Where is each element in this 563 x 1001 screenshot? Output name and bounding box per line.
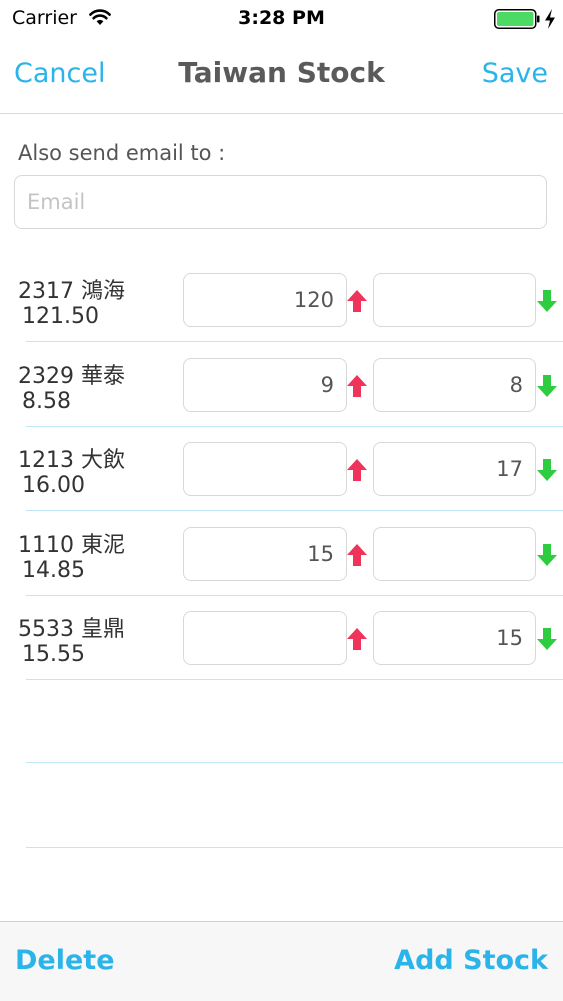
stock-row[interactable]: 1110 東泥 14.85 [0, 527, 563, 612]
stock-row[interactable]: 2317 鴻海 121.50 [0, 273, 563, 358]
high-price-field[interactable] [183, 527, 347, 581]
bottom-toolbar: Delete Add Stock [0, 921, 563, 1001]
status-time: 3:28 PM [238, 7, 325, 29]
status-bar: Carrier 3:28 PM [0, 0, 563, 38]
stock-price: 8.58 [22, 389, 71, 414]
high-price-field[interactable] [183, 442, 347, 496]
email-field[interactable] [14, 175, 547, 229]
stock-price: 121.50 [22, 304, 99, 329]
high-price-field[interactable] [183, 358, 347, 412]
low-price-field[interactable] [373, 442, 536, 496]
row-divider [26, 847, 563, 848]
row-divider [26, 595, 563, 596]
high-price-field[interactable] [183, 611, 347, 665]
stock-row[interactable]: 1213 大飲 16.00 [0, 442, 563, 527]
low-price-field[interactable] [373, 273, 536, 327]
down-arrow-icon [537, 544, 557, 566]
stock-price: 16.00 [22, 473, 85, 498]
row-divider [26, 762, 563, 763]
low-price-field[interactable] [373, 358, 536, 412]
row-divider [26, 679, 563, 680]
charging-bolt-icon [545, 9, 555, 29]
down-arrow-icon [537, 459, 557, 481]
up-arrow-icon [347, 544, 367, 566]
stock-row[interactable]: 2329 華泰 8.58 [0, 358, 563, 443]
up-arrow-icon [347, 459, 367, 481]
save-button[interactable]: Save [482, 58, 548, 89]
delete-button[interactable]: Delete [15, 945, 115, 976]
stock-name: 2317 鴻海 [18, 279, 125, 304]
down-arrow-icon [537, 375, 557, 397]
page-title: Taiwan Stock [178, 56, 385, 89]
low-price-field[interactable] [373, 611, 536, 665]
stock-name: 5533 皇鼎 [18, 617, 125, 642]
battery-full-icon [494, 9, 540, 29]
stock-name: 1110 東泥 [18, 533, 125, 558]
up-arrow-icon [347, 290, 367, 312]
email-label: Also send email to : [18, 141, 226, 165]
down-arrow-icon [537, 628, 557, 650]
stock-name: 2329 華泰 [18, 364, 125, 389]
down-arrow-icon [537, 290, 557, 312]
stock-row[interactable]: 5533 皇鼎 15.55 [0, 611, 563, 696]
stock-name: 1213 大飲 [18, 448, 125, 473]
row-divider [26, 510, 563, 511]
up-arrow-icon [347, 375, 367, 397]
stock-price: 14.85 [22, 558, 85, 583]
navigation-bar: Cancel Taiwan Stock Save [0, 38, 563, 114]
high-price-field[interactable] [183, 273, 347, 327]
add-stock-button[interactable]: Add Stock [394, 945, 548, 976]
row-divider [26, 341, 563, 342]
up-arrow-icon [347, 628, 367, 650]
row-divider [26, 426, 563, 427]
stock-price: 15.55 [22, 642, 85, 667]
low-price-field[interactable] [373, 527, 536, 581]
